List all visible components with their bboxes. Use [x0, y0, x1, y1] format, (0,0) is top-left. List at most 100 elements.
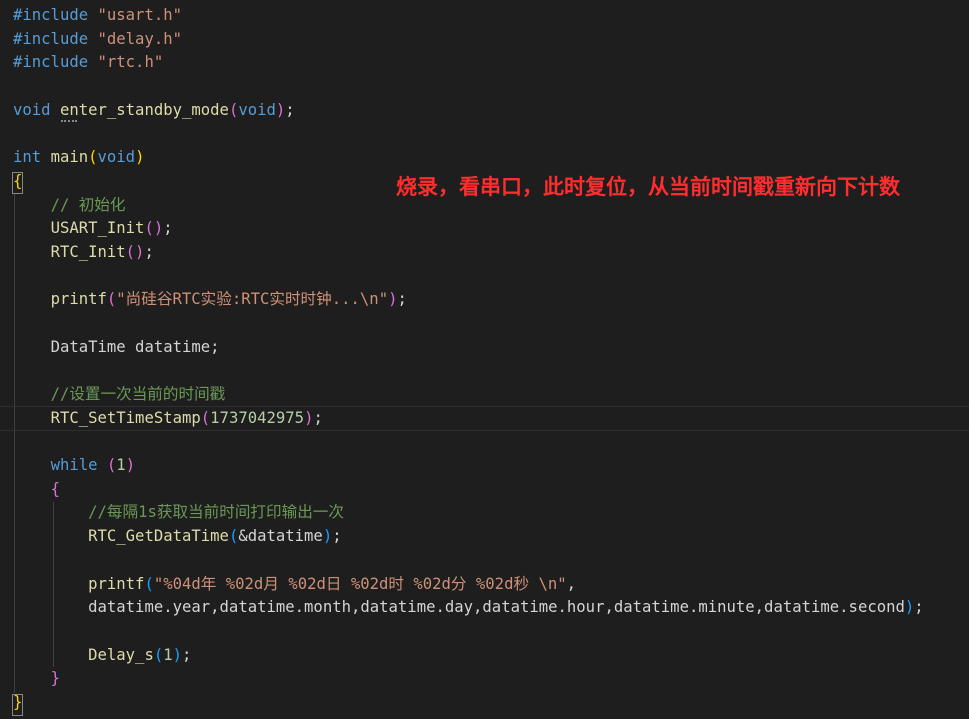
code-token: ()	[125, 242, 145, 261]
code-line[interactable]: RTC_GetDataTime(&datatime);	[13, 525, 969, 549]
code-token: )	[135, 148, 145, 167]
code-line[interactable]	[13, 430, 969, 454]
code-line[interactable]	[13, 75, 969, 99]
code-lines: #include "usart.h" #include "delay.h" #inc…	[0, 4, 969, 715]
code-token: RTC_GetDataTime	[88, 527, 229, 546]
code-line[interactable]: }	[13, 667, 969, 691]
code-line[interactable]: #include "usart.h"	[13, 4, 969, 28]
code-token: void	[13, 100, 51, 119]
code-line[interactable]: #include "delay.h"	[13, 28, 969, 52]
code-token: ;	[285, 100, 295, 119]
code-token: datatime.year,datatime.month,datatime.da…	[88, 598, 905, 617]
code-token: )	[275, 100, 286, 119]
code-token: ;	[182, 645, 192, 664]
code-token: (	[228, 100, 239, 119]
code-token: printf	[88, 574, 145, 593]
code-token: ;	[313, 408, 323, 427]
code-line[interactable]	[13, 620, 969, 644]
code-token: Delay_s	[88, 645, 154, 664]
code-token: main	[50, 148, 89, 167]
code-token: 1	[116, 456, 126, 475]
code-line[interactable]: DataTime datatime;	[13, 336, 969, 360]
code-token: while	[50, 456, 98, 475]
code-token: #include	[13, 29, 98, 48]
code-token: ,	[566, 574, 576, 593]
code-token: "usart.h"	[97, 6, 183, 24]
code-token: ;	[914, 598, 924, 617]
code-token: )	[322, 527, 333, 546]
code-line[interactable]: Delay_s(1);	[13, 644, 969, 668]
code-token: ()	[144, 219, 164, 238]
code-line[interactable]: //每隔1s获取当前时间打印输出一次	[13, 501, 969, 525]
code-line[interactable]: printf("%04d年 %02d月 %02d日 %02d时 %02d分 %0…	[13, 573, 969, 597]
code-token: ;	[397, 290, 407, 309]
code-line[interactable]: USART_Init();	[13, 217, 969, 241]
code-token: ;	[163, 219, 173, 238]
code-line[interactable]	[13, 312, 969, 336]
code-line[interactable]: RTC_Init();	[13, 241, 969, 265]
code-line[interactable]: {	[13, 478, 969, 502]
code-line[interactable]: void enter_standby_mode(void);	[13, 99, 969, 123]
code-token: int	[13, 148, 42, 167]
code-editor[interactable]: #include "usart.h" #include "delay.h" #inc…	[0, 0, 969, 719]
code-token: }	[13, 692, 23, 711]
code-token: 1737042975	[210, 408, 305, 427]
code-token: void	[238, 100, 276, 119]
code-token: (	[200, 408, 211, 427]
annotation-note: 烧录，看串口，此时复位，从当前时间戳重新向下计数	[396, 175, 900, 199]
code-token: &datatime	[238, 527, 323, 546]
code-token: 1	[163, 645, 173, 664]
code-token: {	[50, 479, 60, 498]
code-token: DataTime datatime;	[50, 337, 220, 356]
code-line[interactable]: printf("尚硅谷RTC实验:RTC实时时钟...\n");	[13, 288, 969, 312]
code-line[interactable]: int main(void)	[13, 146, 969, 170]
code-token: //每隔1s获取当前时间打印输出一次	[88, 503, 344, 522]
code-line[interactable]	[13, 122, 969, 146]
code-token: (	[106, 290, 117, 309]
code-line[interactable]: datatime.year,datatime.month,datatime.da…	[13, 596, 969, 620]
code-token: (	[144, 574, 154, 593]
code-line[interactable]: //设置一次当前的时间戳	[13, 383, 969, 407]
code-token: {	[13, 171, 23, 190]
code-line[interactable]: while (1)	[13, 454, 969, 478]
code-token: //设置一次当前的时间戳	[50, 385, 226, 403]
code-line[interactable]	[13, 549, 969, 573]
code-token: "%04d年 %02d月 %02d日 %02d时 %02d分 %02d秒 \n"	[153, 574, 567, 593]
code-line[interactable]	[13, 265, 969, 289]
code-token: "delay.h"	[97, 29, 183, 48]
code-token: #include	[13, 53, 98, 72]
code-token: )	[904, 598, 915, 617]
code-token: RTC_Init	[50, 242, 126, 261]
code-token: // 初始化	[50, 195, 126, 214]
code-token: (	[106, 456, 117, 475]
code-line[interactable]: RTC_SetTimeStamp(1737042975);	[0, 405, 969, 432]
code-line[interactable]: #include "rtc.h"	[13, 51, 969, 75]
code-token: )	[172, 645, 182, 664]
code-line[interactable]	[13, 359, 969, 383]
code-token: ;	[144, 242, 154, 261]
code-token: "rtc.h"	[97, 53, 164, 72]
code-token: }	[50, 669, 60, 688]
code-token: void	[97, 148, 136, 167]
code-token: RTC_SetTimeStamp	[50, 408, 201, 427]
code-token: enter_standby_mode	[59, 100, 229, 119]
code-token: "尚硅谷RTC实验:RTC实时时钟...\n"	[116, 290, 389, 309]
code-token: (	[88, 148, 98, 167]
code-line[interactable]: }	[13, 691, 969, 715]
